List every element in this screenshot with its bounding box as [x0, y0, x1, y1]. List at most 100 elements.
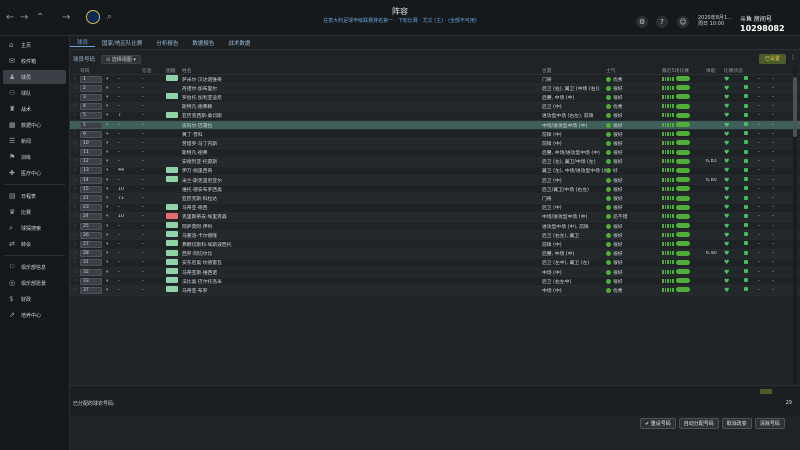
table-row[interactable]: ☆ 24 ▾ 10 - 克里斯蒂安·埃里克森 中场/进攻型中场 (中) 还不错 ♥ - -	[70, 212, 800, 222]
player-name[interactable]: 弗朗切斯科·埃斯波西托	[182, 241, 542, 248]
header-position[interactable]: 位置	[542, 67, 606, 74]
table-row[interactable]: ☆ 27 ▾ - - 弗朗切斯科·埃斯波西托 前锋 (中) 很好 ♥ - -	[70, 240, 800, 250]
player-name[interactable]: 马塞洛·卡尔德隆	[182, 232, 542, 239]
table-row[interactable]: ☆ 31 ▾ - - 安东尼奥·坎德雷瓦 后卫 (左中), 翼卫 (左) 很好 ♥ - -	[70, 258, 800, 268]
player-name[interactable]: 黄丁·普科	[182, 131, 542, 138]
chevron-down-icon[interactable]: ▾	[106, 77, 118, 82]
favorite-star-icon[interactable]: ☆	[70, 233, 80, 238]
number-select[interactable]: 24	[80, 213, 102, 221]
number-select[interactable]: 11	[80, 149, 102, 157]
favorite-star-icon[interactable]: ☆	[70, 168, 80, 173]
number-select[interactable]: 32	[80, 268, 102, 276]
number-select[interactable]: 31	[80, 259, 102, 267]
chevron-down-icon[interactable]: ▾	[106, 214, 118, 219]
chevron-down-icon[interactable]: ▾	[106, 196, 118, 201]
tab-2[interactable]: 分析报告	[149, 39, 185, 47]
profile-icon[interactable]: ☺	[677, 16, 689, 28]
number-select[interactable]: 4	[80, 103, 102, 111]
favorite-star-icon[interactable]: ☆	[70, 159, 80, 164]
favorite-star-icon[interactable]: ☆	[70, 242, 80, 247]
table-row[interactable]: ☆ 23 ▾ - - 马蒂亚·德西 后卫 (中) 很好 ♥ - -	[70, 203, 800, 213]
player-name[interactable]: 西罗·阿切尔比	[182, 250, 542, 257]
action-button-3[interactable]: 清除号码	[754, 418, 785, 429]
number-select[interactable]: 25	[80, 222, 102, 230]
table-row[interactable]: ☆ 3 ▾ - - 罗伯托·加利亚迪尼 后腰, 中场 (中) 很好 ♥ - -	[70, 93, 800, 103]
sidebar-item-0[interactable]: ⌂ 主页	[3, 38, 66, 52]
table-row[interactable]: ☆ 4 ▾ - - 斯特凡·德弗赖 后卫 (中) 优秀 ♥ - -	[70, 102, 800, 112]
favorite-star-icon[interactable]: ☆	[70, 123, 80, 128]
player-name[interactable]: 斯特凡·德弗赖	[182, 103, 542, 110]
chevron-down-icon[interactable]: ▾	[106, 150, 118, 155]
action-button-2[interactable]: 取消改变	[721, 418, 752, 429]
chevron-down-icon[interactable]: ▾	[106, 123, 118, 128]
table-row[interactable]: ☆ 9 ▾ - - 黄丁·普科 前锋 (中) 很好 ♥ - -	[70, 130, 800, 140]
table-row[interactable]: ☆ 15 ▾ 10 - 维托·德安布罗西奥 后卫/翼卫/中场 (右左) 很好 ♥ - -	[70, 185, 800, 195]
player-name[interactable]: 斯特凡·德弗	[182, 149, 542, 156]
number-select[interactable]: 10	[80, 139, 102, 147]
favorite-star-icon[interactable]: ☆	[70, 187, 80, 192]
favorite-star-icon[interactable]: ☆	[70, 95, 80, 100]
number-select[interactable]: 13	[80, 167, 102, 175]
sidebar-item-10[interactable]: ♛ 比赛	[3, 205, 66, 219]
chevron-down-icon[interactable]: ▾	[106, 233, 118, 238]
view-select[interactable]: ⊙ 选择视图 ▾	[101, 54, 141, 64]
chevron-down-icon[interactable]: ▾	[106, 132, 118, 137]
favorite-star-icon[interactable]: ☆	[70, 260, 80, 265]
help-icon[interactable]: ?	[656, 16, 668, 28]
chevron-down-icon[interactable]: ▾	[106, 187, 118, 192]
chevron-down-icon[interactable]: ▾	[106, 279, 118, 284]
favorite-star-icon[interactable]: ☆	[70, 113, 80, 118]
player-name[interactable]: 米兰·斯克里尼亚尔	[182, 177, 542, 184]
table-row[interactable]: ☆ 32 ▾ - - 马蒂亚斯·维西诺 中场 (中) 很好 ♥ - -	[70, 267, 800, 278]
chevron-down-icon[interactable]: ▾	[106, 95, 118, 100]
player-name[interactable]: 马蒂亚·布罗	[182, 287, 542, 294]
chevron-down-icon[interactable]: ▾	[106, 242, 118, 247]
table-row[interactable]: ☆ 1 ▾ - - 萨米尔·汉达诺维奇 门将 优秀 ♥ - -	[70, 75, 800, 85]
player-name[interactable]: 亚历克斯·科拉达	[182, 195, 542, 202]
chevron-down-icon[interactable]: ▾	[106, 224, 118, 229]
number-select[interactable]: 15	[80, 185, 102, 193]
chevron-down-icon[interactable]: ▾	[106, 113, 118, 118]
sidebar-item-15[interactable]: $ 财政	[3, 292, 66, 306]
number-select[interactable]: 37	[80, 286, 102, 294]
number-select[interactable]: 3	[80, 93, 102, 101]
player-name[interactable]: 劳塔罗·马丁内斯	[182, 140, 542, 147]
header-morale[interactable]: 士气	[606, 67, 662, 74]
tab-1[interactable]: 国家/地区队比赛	[95, 39, 149, 47]
favorite-star-icon[interactable]: ☆	[70, 279, 80, 284]
more-options-icon[interactable]: ⋮	[789, 54, 797, 64]
favorite-star-icon[interactable]: ☆	[70, 205, 80, 210]
favorite-star-icon[interactable]: ☆	[70, 270, 80, 275]
number-select[interactable]: 9	[80, 130, 102, 138]
number-select[interactable]: 5	[80, 112, 102, 120]
favorite-star-icon[interactable]: ☆	[70, 178, 80, 183]
favorite-star-icon[interactable]: ☆	[70, 288, 80, 293]
sidebar-item-11[interactable]: ⌕ 球探搜索	[3, 221, 66, 235]
number-select[interactable]: 12	[80, 158, 102, 166]
chevron-down-icon[interactable]: ▾	[106, 86, 118, 91]
sidebar-item-4[interactable]: ♜ 战术	[3, 102, 66, 116]
table-row[interactable]: ☆ 13 ▾ 44 - 伊万·佩里西奇 翼卫 (左), 中场/进攻型中场 (左) 好 ♥ - -	[70, 166, 800, 177]
player-name[interactable]: 皮科尔·巴雷拉	[182, 122, 542, 129]
header-number[interactable]: 号码	[80, 67, 106, 74]
favorite-star-icon[interactable]: ☆	[70, 251, 80, 256]
player-name[interactable]: 丹诺尔·加布里尔	[182, 85, 542, 92]
chevron-down-icon[interactable]: ▾	[106, 178, 118, 183]
favorite-star-icon[interactable]: ☆	[70, 196, 80, 201]
sidebar-item-5[interactable]: ▦ 数据中心	[3, 118, 66, 132]
number-select[interactable]: 21	[80, 195, 102, 203]
sidebar-item-3[interactable]: ⚇ 球队	[3, 86, 66, 100]
chevron-down-icon[interactable]: ▾	[106, 104, 118, 109]
header-nation[interactable]: 国籍	[166, 67, 182, 74]
player-name[interactable]: 阿萨莫阿·伊利	[182, 223, 542, 230]
player-name[interactable]: 马蒂亚·德西	[182, 204, 542, 211]
number-select[interactable]: 28	[80, 250, 102, 258]
header-name[interactable]: 姓名	[182, 67, 542, 74]
player-name[interactable]: 安东尼奥·坎德雷瓦	[182, 259, 542, 266]
table-row[interactable]: ☆ 14 ▾ - - 米兰·斯克里尼亚尔 后卫 (中) 很好 6.80 ♥ - -	[70, 176, 800, 186]
table-row[interactable]: ☆ 5 ▾ - - 皮科尔·巴雷拉 中场/进攻型中场 (中) 很好 ♥ - -	[70, 120, 800, 131]
sidebar-item-12[interactable]: ⇄ 转会	[3, 237, 66, 251]
number-select[interactable]: 27	[80, 240, 102, 248]
tactic-badge[interactable]: 已设置	[758, 54, 786, 64]
favorite-star-icon[interactable]: ☆	[70, 104, 80, 109]
